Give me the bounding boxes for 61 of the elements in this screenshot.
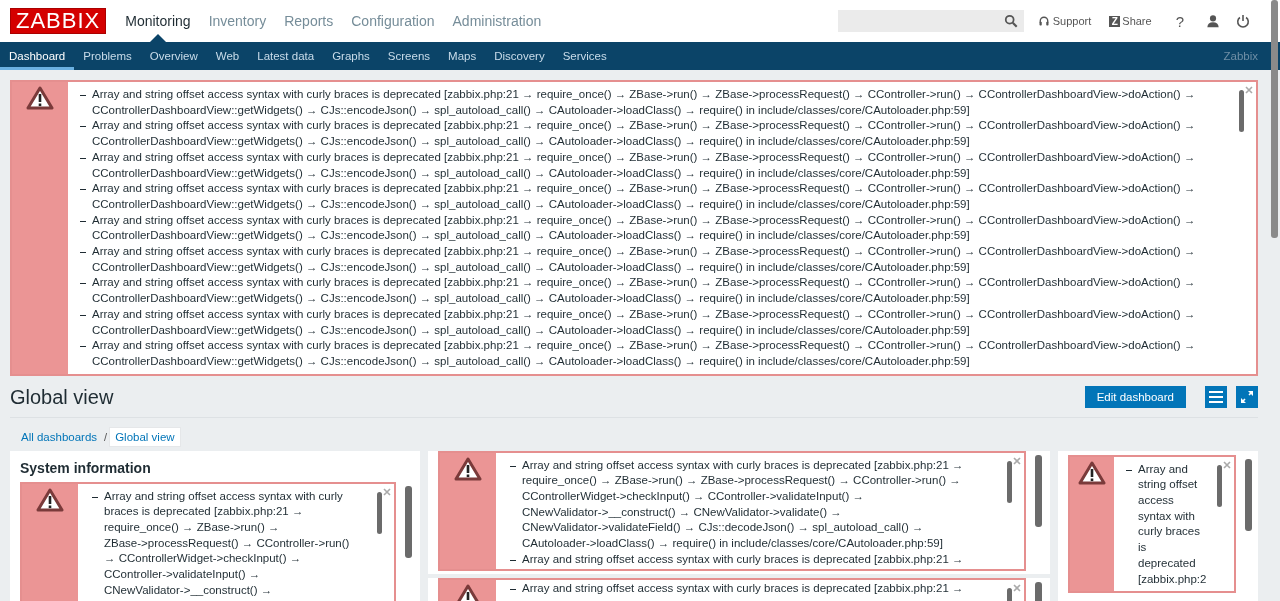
breadcrumb-separator: / — [104, 430, 108, 443]
page-scrollbar[interactable] — [1271, 0, 1278, 238]
page-title: Global view — [10, 385, 115, 409]
warning-icon — [36, 487, 64, 512]
warning-text: Array and string offset access syntax with curly braces is deprecated [zabbix.php:21 → require_once() → ZBase->run() → ZBase->processRequest() → CController->run() → CControllerDashboardView->doAction() → CControllerDashboardView::getWidgets() → CJs::encodeJson() → spl_autoload_call() → CAutoloader->loadClass() → require() in include/classes/core/CAutoloader.php:59] — [92, 181, 1197, 212]
menu-tab[interactable]: Administration — [443, 0, 551, 42]
help-button[interactable]: ? — [1175, 12, 1184, 30]
warning-text: Array and string offset access syntax with curly braces is deprecated [zabbix.php:21 → require_once() → ZBase->run() → ZBase->processRequest() → CController->run() → CControllerWidget->checkInput() → CController->validateInput() → CNewValidator->__construct() → CNewValidator->validate() → CNewValidator->validateField() → CJs::decodeJson() → spl_autoload_call() → CAutoloader->loadClass() → require() in include/classes/core/CAutoloader.php:59] — [522, 457, 965, 552]
nav-tab[interactable]: Screens — [378, 42, 440, 70]
warning-icon — [26, 86, 54, 110]
nav-tab[interactable]: Latest data — [248, 42, 324, 70]
scrollbar[interactable] — [1007, 460, 1012, 503]
warning-text: Array and string offset access syntax with curly braces is deprecated [zabbix.php:21 → require_once() → ZBase->run() → ZBase->processRequest() → CController->run() → CControllerDashboardView->doAction() → CControllerDashboardView::getWidgets() → CJs::encodeJson() → spl_autoload_call() → CAutoloader->loadClass() → require() in include/classes/core/CAutoloader.php:59] — [92, 149, 1197, 181]
nav-tab[interactable]: Dashboard — [0, 42, 75, 70]
warning-text: Array and string offset access syntax with curly braces is deprecated [zabbix.php:21 → — [522, 551, 964, 567]
menu-tab[interactable]: Configuration — [342, 0, 444, 42]
menu-tab[interactable]: Monitoring — [116, 0, 200, 42]
nav-tab[interactable]: Web — [206, 42, 249, 70]
breadcrumb-link[interactable]: All dashboards — [16, 427, 103, 446]
nav-tab[interactable]: Problems — [74, 42, 141, 70]
scrollbar[interactable] — [1217, 464, 1223, 507]
search-field[interactable] — [837, 10, 1024, 32]
scrollbar[interactable] — [1239, 90, 1244, 132]
widget-title: System information — [20, 458, 152, 478]
breadcrumb-link[interactable]: Global view — [109, 426, 181, 447]
warning-text: Array and string offset access syntax with curly braces is deprecated [zabbix.php:21 → require_once() → ZBase->run() → ZBase->processRequest() → CController->run() → CControllerDashboardView->doAction() → CControllerDashboardView::getWidgets() → CJs::encodeJson() → spl_autoload_call() → CAutoloader->loadClass() → require() in include/classes/core/CAutoloader.php:59] — [92, 244, 1197, 275]
warning-text: Array and string offset access syntax with curly braces is deprecated [zabbix.php:21 → require_once() → ZBase->run() → ZBase->processRequest() → CController->run() → CControllerDashboardView->doAction() → CControllerDashboardView::getWidgets() → CJs::encodeJson() → spl_autoload_call() → CAutoloader->loadClass() → require() in include/classes/core/CAutoloader.php:59] — [92, 212, 1197, 244]
fullscreen-button[interactable] — [1236, 386, 1258, 409]
warning-text: Array and string offset access syntax with curly braces is deprecated [zabbix.php:2 — [1138, 461, 1207, 587]
warning-text: Array and string offset access syntax with curly braces is deprecated [zabbix.php:21 → require_once() → ZBase->run() → ZBase->processRequest() → CController->run() → CControllerDashboardView->doAction() → CControllerDashboardView::getWidgets() → CJs::encodeJson() → spl_autoload_call() → CAutoloader->loadClass() → require() in include/classes/core/CAutoloader.php:59] — [92, 338, 1197, 369]
scrollbar[interactable] — [1245, 458, 1253, 531]
warning-icon — [454, 456, 482, 481]
menu-tab[interactable]: Reports — [275, 0, 343, 42]
warning-text: Array and string offset access syntax with curly braces is deprecated [zabbix.php:21 → — [522, 580, 964, 596]
fullscreen-icon — [1239, 389, 1255, 406]
warning-icon — [1078, 460, 1106, 485]
scrollbar[interactable] — [1035, 454, 1042, 527]
server-name: Zabbix — [1223, 49, 1258, 64]
nav-tab[interactable]: Services — [553, 42, 616, 70]
search-icon[interactable] — [1003, 14, 1018, 28]
scrollbar[interactable] — [377, 491, 382, 534]
warning-text: Array and string offset access syntax with curly braces is deprecated [zabbix.php:21 → require_once() → ZBase->run() → ZBase->processRequest() → CController->run() → CControllerWidget->checkInput() → CController->validateInput() → CNewValidator->__construct() → — [104, 488, 351, 598]
warning-text: Array and string offset access syntax with curly braces is deprecated [zabbix.php:21 → require_once() → ZBase->run() → ZBase->processRequest() → CController->run() → CControllerDashboardView->doAction() → CControllerDashboardView::getWidgets() → CJs::encodeJson() → spl_autoload_call() → CAutoloader->loadClass() → require() in include/classes/core/CAutoloader.php:59] — [92, 87, 1197, 118]
nav-tab[interactable]: Discovery — [485, 42, 554, 70]
scrollbar[interactable] — [405, 485, 412, 558]
power-icon[interactable] — [1236, 14, 1250, 28]
share-link[interactable]: Z Share — [1109, 15, 1152, 27]
menu-icon — [1208, 389, 1224, 406]
menu-tab[interactable]: Inventory — [199, 0, 276, 42]
warning-text: Array and string offset access syntax with curly braces is deprecated [zabbix.php:21 → require_once() → ZBase->run() → ZBase->processRequest() → CController->run() → CControllerDashboardView->doAction() → CControllerDashboardView::getWidgets() → CJs::encodeJson() → spl_autoload_call() → CAutoloader->loadClass() → require() in include/classes/core/CAutoloader.php:59] — [92, 275, 1197, 307]
edit-dashboard-button[interactable]: Edit dashboard — [1084, 386, 1186, 409]
menu-button[interactable] — [1205, 386, 1227, 409]
warning-text: Array and string offset access syntax with curly braces is deprecated [zabbix.php:21 → require_once() → ZBase->run() → ZBase->processRequest() → CController->run() → CControllerDashboardView->doAction() → CControllerDashboardView::getWidgets() → CJs::encodeJson() → spl_autoload_call() → CAutoloader->loadClass() → require() in include/classes/core/CAutoloader.php:59] — [92, 306, 1197, 338]
warning-text: Array and string offset access syntax with curly braces is deprecated [zabbix.php:21 → require_once() → ZBase->run() → ZBase->processRequest() → CController->run() → CControllerDashboardView->doAction() → CControllerDashboardView::getWidgets() → CJs::encodeJson() → spl_autoload_call() → CAutoloader->loadClass() → require() in include/classes/core/CAutoloader.php:59] — [92, 118, 1197, 150]
user-icon[interactable] — [1206, 14, 1220, 28]
nav-tab[interactable]: Graphs — [323, 42, 379, 70]
support-link[interactable]: Support — [1037, 15, 1092, 27]
headset-icon — [1037, 15, 1050, 27]
nav-tab[interactable]: Overview — [140, 42, 207, 70]
logo[interactable]: ZABBIX — [10, 8, 107, 34]
nav-tab[interactable]: Maps — [439, 42, 486, 70]
